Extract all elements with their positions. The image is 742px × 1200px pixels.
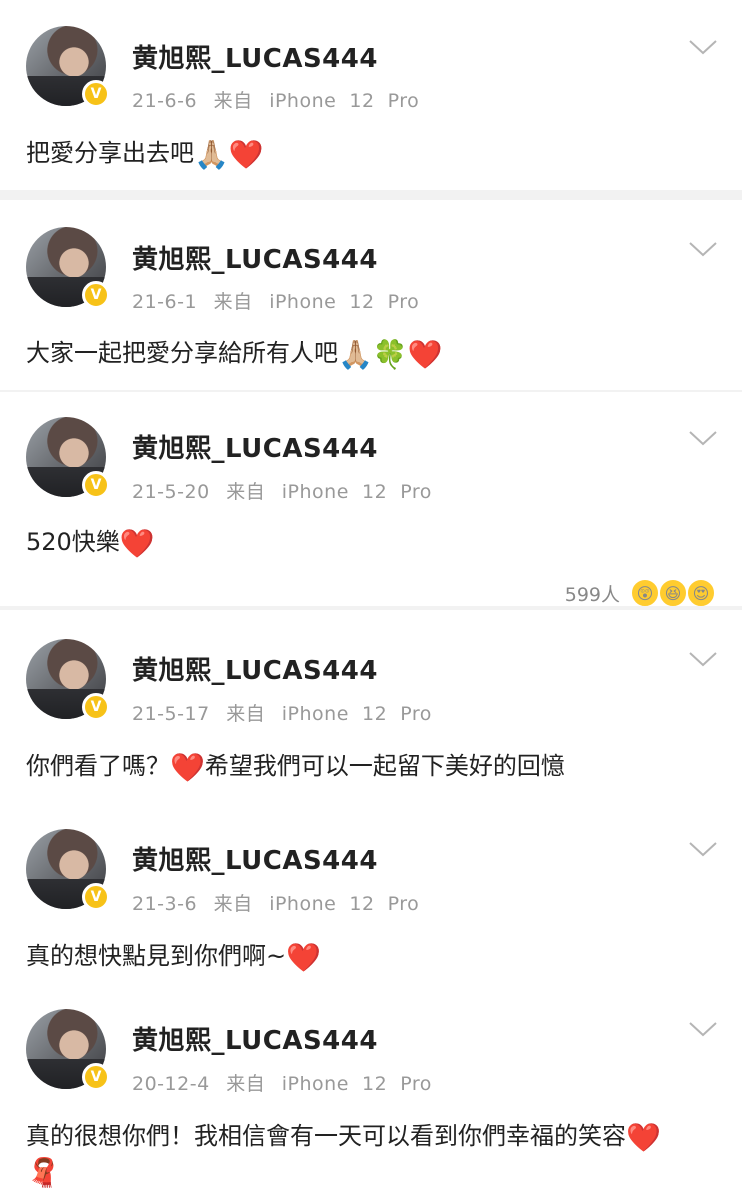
- verified-badge-icon: V: [82, 693, 110, 721]
- avatar[interactable]: V: [26, 1009, 110, 1091]
- surprised-emoji: 😲: [630, 578, 660, 608]
- reactions-count: 599人: [564, 583, 620, 606]
- post-text: 真的很想你們！我相信會有一天可以看到你們幸福的笑容❤️: [26, 1116, 661, 1154]
- post-card[interactable]: V 黄旭熙_LUCAS444 21-6-6 来自 iPhone 12 Pro 把…: [0, 0, 742, 190]
- heart-emoji: ❤️: [228, 138, 264, 171]
- post-text-body: 520快樂: [26, 528, 120, 556]
- username[interactable]: 黄旭熙_LUCAS444: [132, 840, 378, 877]
- avatar[interactable]: V: [26, 417, 110, 499]
- username[interactable]: 黄旭熙_LUCAS444: [132, 650, 378, 687]
- username[interactable]: 黄旭熙_LUCAS444: [132, 428, 378, 465]
- chevron-down-icon[interactable]: [688, 38, 718, 56]
- post-text-line-2: 🧣: [26, 1156, 61, 1189]
- source-prefix: 来自: [213, 90, 253, 112]
- chevron-down-icon[interactable]: [688, 840, 718, 858]
- source-prefix: 来自: [226, 1073, 266, 1095]
- post-text-body-a: 你們看了嗎？: [26, 752, 170, 780]
- verified-badge-icon: V: [82, 883, 110, 911]
- verified-badge-icon: V: [82, 1063, 110, 1091]
- username[interactable]: 黄旭熙_LUCAS444: [132, 239, 378, 276]
- source-device: iPhone 12 Pro: [269, 291, 420, 313]
- post-card[interactable]: V 黄旭熙_LUCAS444 20-12-4 来自 iPhone 12 Pro …: [0, 980, 742, 1200]
- divider: [0, 190, 742, 200]
- post-date: 21-6-6: [132, 90, 198, 112]
- chevron-down-icon[interactable]: [688, 650, 718, 668]
- reactions-summary[interactable]: 599人 😲 😆 😍: [565, 578, 716, 608]
- chevron-down-icon[interactable]: [688, 429, 718, 447]
- clover-emoji: 🍀: [372, 338, 408, 371]
- heart-emoji: ❤️: [170, 751, 205, 784]
- post-text-body-b: 希望我們可以一起留下美好的回憶: [204, 752, 565, 780]
- chevron-down-icon[interactable]: [688, 240, 718, 258]
- post-meta: 21-3-6 来自 iPhone 12 Pro: [132, 889, 429, 916]
- source-device: iPhone 12 Pro: [281, 1073, 432, 1095]
- post-text-body: 真的很想你們！我相信會有一天可以看到你們幸福的笑容: [26, 1122, 626, 1150]
- source-device: iPhone 12 Pro: [269, 90, 420, 112]
- chevron-down-icon[interactable]: [688, 1020, 718, 1038]
- post-text-body: 把愛分享出去吧: [26, 139, 194, 167]
- post-date: 21-5-20: [132, 481, 210, 503]
- avatar[interactable]: V: [26, 227, 110, 309]
- post-text-body: 大家一起把愛分享給所有人吧: [26, 339, 338, 367]
- heart-emoji: ❤️: [407, 338, 443, 371]
- post-text: 真的想快點見到你們啊~❤️: [26, 936, 321, 974]
- heart-emoji: ❤️: [286, 941, 321, 974]
- heart-emoji: ❤️: [626, 1121, 661, 1154]
- laughing-emoji: 😆: [658, 578, 688, 608]
- avatar[interactable]: V: [26, 639, 110, 721]
- post-date: 20-12-4: [132, 1073, 210, 1095]
- post-card[interactable]: V 黄旭熙_LUCAS444 21-6-1 来自 iPhone 12 Pro 大…: [0, 200, 742, 390]
- username[interactable]: 黄旭熙_LUCAS444: [132, 38, 378, 75]
- source-prefix: 来自: [213, 893, 253, 915]
- source-prefix: 来自: [226, 703, 266, 725]
- source-prefix: 来自: [226, 481, 266, 503]
- post-text: 把愛分享出去吧🙏🏼❤️: [26, 133, 264, 171]
- post-text-body: 真的想快點見到你們啊~: [26, 942, 287, 970]
- post-date: 21-3-6: [132, 893, 198, 915]
- source-device: iPhone 12 Pro: [281, 703, 432, 725]
- pray-emoji: 🙏🏼: [338, 338, 373, 371]
- post-card[interactable]: V 黄旭熙_LUCAS444 21-5-20 来自 iPhone 12 Pro …: [0, 392, 742, 608]
- heart-eyes-emoji: 😍: [686, 578, 716, 608]
- avatar[interactable]: V: [26, 829, 110, 911]
- post-meta: 20-12-4 来自 iPhone 12 Pro: [132, 1069, 442, 1096]
- avatar[interactable]: V: [26, 26, 110, 108]
- pray-emoji: 🙏🏼: [194, 138, 229, 171]
- post-meta: 21-5-17 来自 iPhone 12 Pro: [132, 699, 442, 726]
- post-text: 你們看了嗎？❤️希望我們可以一起留下美好的回憶: [26, 746, 565, 784]
- verified-badge-icon: V: [82, 281, 110, 309]
- post-text: 520快樂❤️: [26, 522, 155, 560]
- post-meta: 21-6-1 来自 iPhone 12 Pro: [132, 287, 429, 314]
- source-device: iPhone 12 Pro: [281, 481, 432, 503]
- verified-badge-icon: V: [82, 80, 110, 108]
- verified-badge-icon: V: [82, 471, 110, 499]
- post-card[interactable]: V 黄旭熙_LUCAS444 21-3-6 来自 iPhone 12 Pro 真…: [0, 800, 742, 980]
- post-card[interactable]: V 黄旭熙_LUCAS444 21-5-17 来自 iPhone 12 Pro …: [0, 610, 742, 790]
- post-date: 21-5-17: [132, 703, 210, 725]
- source-prefix: 来自: [213, 291, 253, 313]
- post-text: 大家一起把愛分享給所有人吧🙏🏼🍀❤️: [26, 333, 443, 371]
- username[interactable]: 黄旭熙_LUCAS444: [132, 1020, 378, 1057]
- post-meta: 21-6-6 来自 iPhone 12 Pro: [132, 86, 429, 113]
- post-meta: 21-5-20 来自 iPhone 12 Pro: [132, 477, 442, 504]
- heart-emoji: ❤️: [119, 527, 155, 560]
- post-date: 21-6-1: [132, 291, 198, 313]
- scarf-emoji: 🧣: [26, 1156, 61, 1189]
- source-device: iPhone 12 Pro: [269, 893, 420, 915]
